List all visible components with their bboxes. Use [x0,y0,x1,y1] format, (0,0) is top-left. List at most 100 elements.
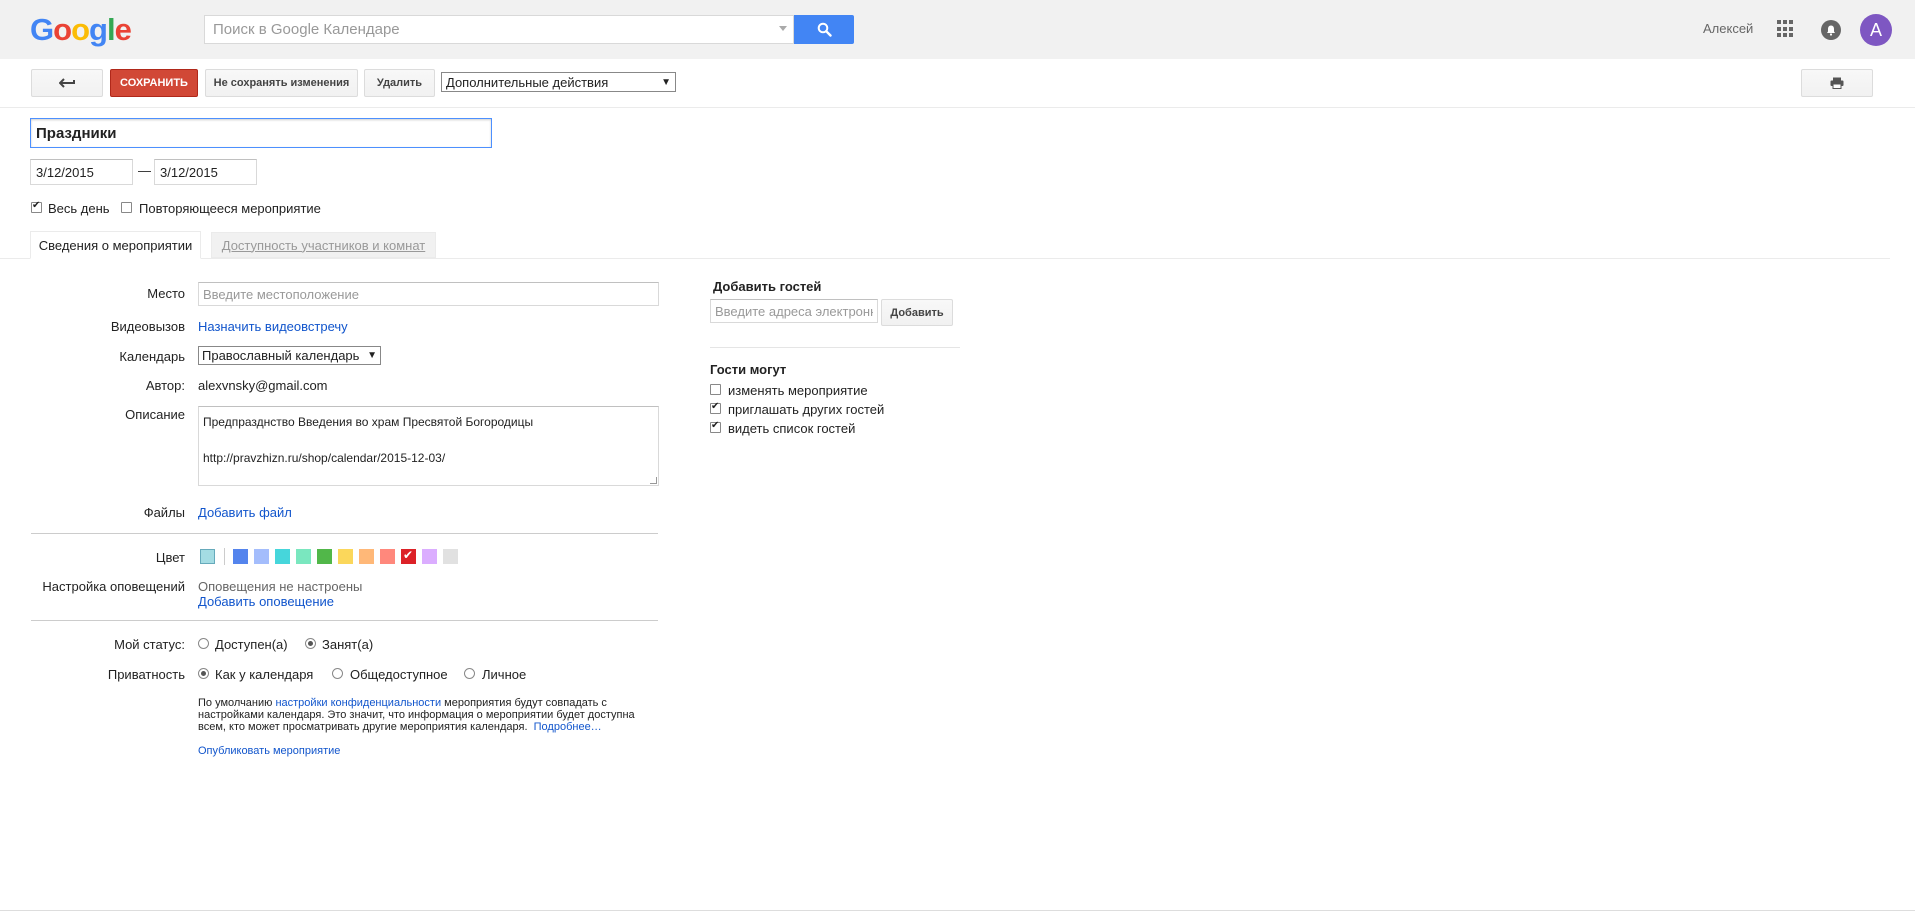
search-input[interactable] [205,16,765,43]
calendar-select-value: Православный календарь [202,348,360,363]
logo-letter: o [53,12,72,47]
search-button[interactable] [794,15,854,44]
add-guest-button[interactable]: Добавить [881,299,953,326]
footer-divider [0,910,1915,911]
status-busy-radio[interactable] [305,638,316,649]
calendar-select[interactable]: Православный календарь ▼ [198,346,381,365]
tab-event-details[interactable]: Сведения о мероприятии [30,231,201,259]
privacy-public-label: Общедоступное [350,667,448,682]
privacy-private-label: Личное [482,667,527,682]
logo-letter: e [114,12,132,47]
calendar-label: Календарь [119,349,185,364]
color-swatch-default[interactable] [200,549,215,564]
end-date-input[interactable] [154,159,257,185]
guests-modify-label: изменять мероприятие [728,383,868,398]
description-line: Предпразднство Введения во храм Пресвято… [203,415,534,429]
search-dropdown-icon[interactable] [779,26,787,31]
search-box [204,15,794,44]
repeat-label: Повторяющееся мероприятие [139,201,321,216]
start-date-input[interactable] [30,159,133,185]
color-label: Цвет [155,550,185,565]
search-icon [817,22,832,37]
more-actions-value: Дополнительные действия [446,74,609,90]
repeat-checkbox[interactable] [121,202,132,213]
all-day-checkbox[interactable] [31,200,42,213]
status-free-radio[interactable] [198,638,209,649]
tab-availability[interactable]: Доступность участников и комнат [211,232,436,258]
add-video-call-link[interactable]: Назначить видеовстречу [198,319,348,334]
delete-button[interactable]: Удалить [364,69,435,97]
status-free-label: Доступен(а) [215,637,288,652]
discard-button[interactable]: Не сохранять изменения [205,69,358,97]
guests-see-list-label: видеть список гостей [728,421,856,436]
guests-modify-checkbox[interactable] [710,384,721,395]
color-swatch[interactable] [443,549,458,564]
logo-letter: l [106,12,116,47]
learn-more-link[interactable]: Подробнее… [534,721,602,733]
guests-invite-checkbox[interactable] [710,401,721,414]
privacy-note-text: всем, кто может просматривать другие мер… [198,721,528,733]
save-button[interactable]: СОХРАНИТЬ [110,69,198,97]
privacy-label: Приватность [107,667,185,682]
dropdown-arrow-icon: ▼ [661,76,671,88]
guests-invite-label: приглашать других гостей [728,402,885,417]
add-file-link[interactable]: Добавить файл [198,505,292,520]
privacy-note: По умолчанию настройки конфиденциальност… [198,697,658,733]
status-label: Мой статус: [114,637,185,652]
swatch-divider [224,548,225,565]
privacy-note-text: настройками календаря. Это значит, что и… [198,709,635,721]
status-busy-label: Занят(а) [322,637,374,652]
privacy-settings-link[interactable]: настройки конфиденциальности [275,697,441,709]
author-label: Автор: [145,378,185,393]
back-arrow-icon [59,78,75,88]
description-line: http://pravzhizn.ru/shop/calendar/2015-1… [203,451,446,465]
resize-handle-icon[interactable] [650,477,657,484]
user-name[interactable]: Алексей [1703,21,1753,36]
color-swatch[interactable] [254,549,269,564]
section-divider [31,533,658,534]
color-swatch[interactable] [422,549,437,564]
description-label: Описание [125,407,185,422]
print-icon [1830,77,1844,89]
privacy-default-label: Как у календаря [215,667,314,682]
dropdown-arrow-icon: ▼ [367,350,377,361]
publish-event-link[interactable]: Опубликовать мероприятие [198,745,340,757]
color-swatch[interactable] [401,548,416,564]
files-label: Файлы [143,505,185,520]
more-actions-select[interactable]: Дополнительные действия ▼ [441,72,676,92]
privacy-public-radio[interactable] [332,668,343,679]
date-separator: — [138,163,151,178]
notifications-bell-icon[interactable] [1821,20,1841,40]
privacy-note-text: мероприятия будут совпадать с [441,697,607,709]
guests-see-list-checkbox[interactable] [710,420,721,433]
author-email: alexvnsky@gmail.com [198,378,328,393]
privacy-note-text: По умолчанию [198,697,276,709]
color-swatch[interactable] [359,549,374,564]
description-textarea[interactable]: Предпразднство Введения во храм Пресвято… [198,406,659,486]
guests-can-title: Гости могут [710,362,787,377]
back-button[interactable] [31,69,103,97]
color-swatch[interactable] [317,549,332,564]
color-swatch[interactable] [380,549,395,564]
apps-grid-icon[interactable] [1777,20,1795,38]
color-swatch[interactable] [338,549,353,564]
guest-email-input[interactable] [710,299,878,323]
event-title-input[interactable] [30,118,492,148]
color-swatch[interactable] [275,549,290,564]
add-guests-title: Добавить гостей [713,279,822,294]
avatar[interactable]: A [1860,14,1892,46]
privacy-default-radio[interactable] [198,668,209,679]
location-label: Место [147,286,185,301]
location-input[interactable] [198,282,659,306]
logo-letter: G [30,12,54,47]
color-swatch[interactable] [233,549,248,564]
notifications-status: Оповещения не настроены [198,579,363,594]
print-button[interactable] [1801,69,1873,97]
guests-divider [710,347,960,348]
google-logo[interactable]: Google [30,12,132,48]
add-notification-link[interactable]: Добавить оповещение [198,594,334,609]
privacy-private-radio[interactable] [464,668,475,679]
color-swatch[interactable] [296,549,311,564]
notifications-label: Настройка оповещений [42,579,185,594]
video-label: Видеовызов [110,319,185,334]
